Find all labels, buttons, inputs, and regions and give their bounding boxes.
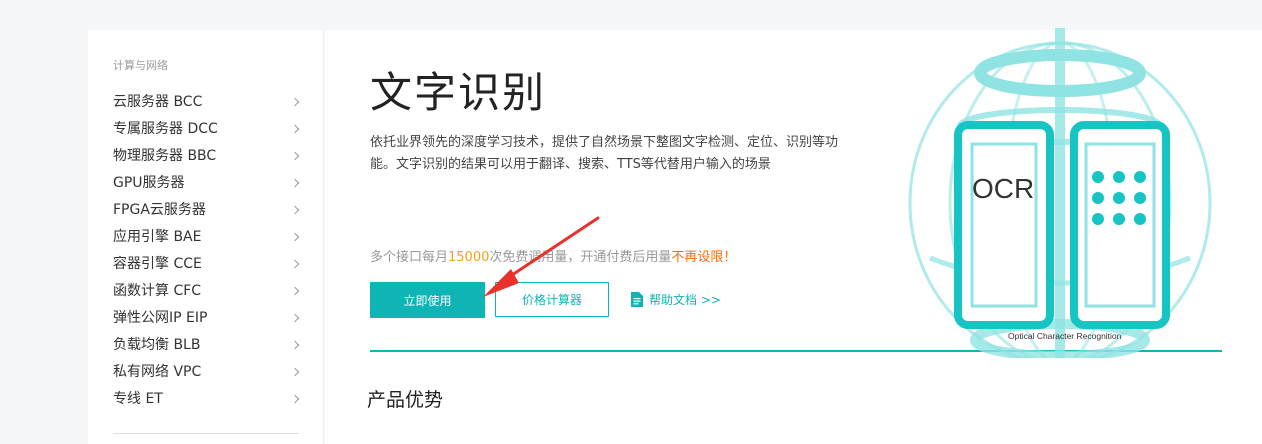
sidebar-item-eip[interactable]: 弹性公网IP EIP [88, 307, 324, 334]
sidebar-item-label: FPGA云服务器 [113, 202, 206, 218]
sidebar-item-label: 专线 ET [113, 391, 163, 407]
quota-prefix: 多个接口每月 [370, 250, 449, 265]
sidebar-item-label: 应用引擎 BAE [113, 229, 202, 245]
sidebar-item-label: 专属服务器 DCC [113, 121, 218, 137]
ocr-caption: Optical Character Recognition [1008, 331, 1122, 341]
sidebar-item-label: 弹性公网IP EIP [113, 310, 208, 326]
chevron-right-icon [291, 226, 301, 248]
sidebar-item-et[interactable]: 专线 ET [88, 388, 324, 415]
help-docs-label: 帮助文档 >> [649, 293, 721, 307]
annotation-arrow-icon [483, 216, 600, 297]
section-title-advantages: 产品优势 [367, 389, 444, 411]
chevron-right-icon [291, 334, 301, 356]
sidebar-item-dcc[interactable]: 专属服务器 DCC [88, 118, 324, 145]
chevron-right-icon [291, 280, 301, 302]
help-docs-link[interactable]: 帮助文档 >> [631, 290, 721, 310]
sidebar-item-gpu[interactable]: GPU服务器 [88, 172, 324, 199]
sidebar-item-label: 容器引擎 CCE [113, 256, 202, 272]
chevron-right-icon [291, 91, 301, 113]
product-description: 依托业界领先的深度学习技术，提供了自然场景下整图文字检测、定位、识别等功能。文字… [370, 135, 839, 172]
top-background-strip [0, 0, 1262, 30]
sidebar-item-blb[interactable]: 负载均衡 BLB [88, 334, 324, 361]
sidebar-item-label: 私有网络 VPC [113, 364, 202, 380]
chevron-right-icon [291, 388, 301, 410]
chevron-right-icon [291, 172, 301, 194]
sidebar-item-cfc[interactable]: 函数计算 CFC [88, 280, 324, 307]
sidebar-item-bae[interactable]: 应用引擎 BAE [88, 226, 324, 253]
sidebar-item-label: 云服务器 BCC [113, 94, 203, 110]
sidebar-heading: 计算与网络 [113, 59, 168, 72]
product-main-panel: 文字识别 依托业界领先的深度学习技术，提供了自然场景下整图文字检测、定位、识别等… [325, 28, 1262, 444]
sidebar-item-label: 函数计算 CFC [113, 283, 202, 299]
chevron-right-icon [291, 253, 301, 275]
chevron-right-icon [291, 118, 301, 140]
product-sidebar: 计算与网络 云服务器 BCC 专属服务器 DCC 物理服务器 BBC GPU服务… [88, 30, 324, 444]
sidebar-item-cce[interactable]: 容器引擎 CCE [88, 253, 324, 280]
sidebar-item-bcc[interactable]: 云服务器 BCC [88, 91, 324, 118]
sidebar-item-label: 负载均衡 BLB [113, 337, 201, 353]
sidebar-item-label: GPU服务器 [113, 175, 185, 191]
chevron-right-icon [291, 361, 301, 383]
sidebar-item-label: 物理服务器 BBC [113, 148, 217, 164]
chevron-right-icon [291, 199, 301, 221]
sidebar-nav-list: 云服务器 BCC 专属服务器 DCC 物理服务器 BBC GPU服务器 FPGA… [88, 91, 324, 415]
sidebar-item-bbc[interactable]: 物理服务器 BBC [88, 145, 324, 172]
page-title: 文字识别 [370, 68, 547, 117]
sidebar-item-vpc[interactable]: 私有网络 VPC [88, 361, 324, 388]
chevron-right-icon [291, 307, 301, 329]
sidebar-divider [113, 433, 299, 434]
ocr-illustration: OCR Optical Character Recognition [908, 28, 1212, 358]
quota-highlight: 不再设限！ [671, 250, 737, 265]
ocr-label: OCR [972, 173, 1034, 204]
document-icon [631, 292, 643, 307]
sidebar-item-fpga[interactable]: FPGA云服务器 [88, 199, 324, 226]
chevron-right-icon [291, 145, 301, 167]
